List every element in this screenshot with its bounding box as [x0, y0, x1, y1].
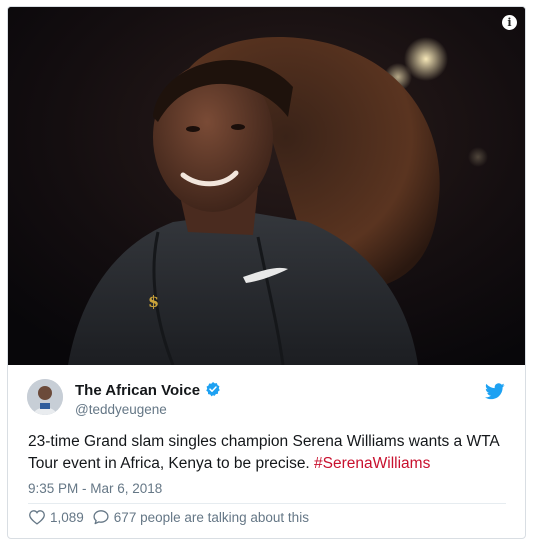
- avatar[interactable]: [27, 379, 63, 415]
- svg-text:$: $: [148, 292, 159, 311]
- embedded-tweet-card: $ i The African Voice @teddyeugene 23-ti…: [7, 6, 526, 539]
- verified-badge-icon: [205, 381, 221, 401]
- divider: [28, 503, 506, 504]
- hashtag-link[interactable]: #SerenaWilliams: [314, 455, 430, 472]
- tweet-photo[interactable]: $ i: [8, 7, 525, 365]
- like-button[interactable]: 1,089: [28, 509, 84, 525]
- info-icon[interactable]: i: [502, 15, 517, 30]
- author-handle[interactable]: @teddyeugene: [75, 402, 167, 417]
- reply-bubble-icon: [93, 510, 109, 525]
- tweet-actions: 1,089 677 people are talking about this: [28, 509, 309, 525]
- tweet-header: The African Voice @teddyeugene: [8, 365, 525, 425]
- heart-icon: [29, 510, 45, 525]
- conversation-count: 677 people are talking about this: [113, 509, 309, 525]
- twitter-bird-icon[interactable]: [485, 383, 505, 405]
- like-count: 1,089: [50, 509, 84, 525]
- conversation-button[interactable]: 677 people are talking about this: [92, 509, 309, 525]
- author-name-text[interactable]: The African Voice: [75, 382, 200, 399]
- tweet-timestamp[interactable]: 9:35 PM - Mar 6, 2018: [28, 481, 162, 496]
- tweet-text: 23-time Grand slam singles champion Sere…: [28, 431, 508, 475]
- author-name[interactable]: The African Voice: [75, 381, 221, 401]
